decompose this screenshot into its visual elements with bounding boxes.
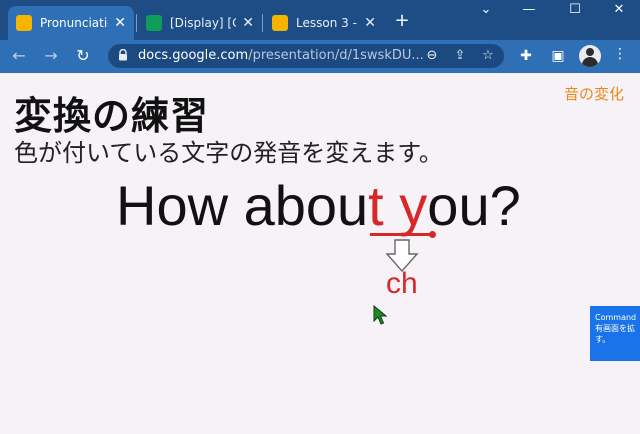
tab-separator: [262, 14, 263, 32]
tab-title: Pronunciatio: [40, 16, 109, 30]
example-sentence: How about you?: [116, 173, 521, 238]
share-icon[interactable]: ⇪: [452, 48, 468, 64]
highlight-dot: [429, 231, 436, 238]
sheets-icon: [146, 15, 162, 31]
forward-icon[interactable]: →: [40, 45, 62, 67]
tab-search-icon[interactable]: ⌄: [463, 2, 509, 17]
maximize-icon[interactable]: ☐: [552, 2, 598, 17]
popup-line: 有画面を拡: [595, 324, 635, 333]
sentence-after: ou?: [427, 174, 521, 237]
close-icon[interactable]: ✕: [242, 15, 254, 31]
slide-title: 変換の練習: [14, 94, 210, 138]
lock-icon: [119, 49, 127, 61]
minimize-icon[interactable]: —: [506, 2, 552, 17]
tab-lesson-3[interactable]: Lesson 3 - C ✕: [264, 6, 384, 40]
close-icon[interactable]: ✕: [114, 15, 126, 31]
zoom-icon[interactable]: ⊖: [424, 48, 440, 64]
bookmark-star-icon[interactable]: ☆: [480, 48, 496, 64]
address-bar[interactable]: docs.google.com/presentation/d/1swskDU..…: [108, 44, 504, 68]
side-panel-icon[interactable]: ▣: [548, 46, 568, 66]
slides-icon: [272, 15, 288, 31]
reload-icon[interactable]: ↻: [72, 45, 94, 67]
highlight-underline: [370, 233, 432, 236]
new-tab-button[interactable]: +: [392, 10, 412, 31]
popup-line: す。: [595, 335, 611, 344]
close-icon[interactable]: ✕: [364, 15, 376, 31]
back-icon[interactable]: ←: [8, 45, 30, 67]
avatar[interactable]: [579, 45, 601, 67]
replacement-text: ch: [386, 267, 418, 300]
slides-icon: [16, 15, 32, 31]
tab-title: [Display] [C: [170, 16, 237, 30]
slide-tag: 音の変化: [563, 85, 624, 103]
mouse-cursor-icon: [373, 305, 387, 325]
close-window-icon[interactable]: ✕: [596, 2, 640, 17]
command-popup[interactable]: Command 有画面を拡 す。: [590, 306, 640, 361]
tab-separator: [136, 14, 137, 32]
url-text: docs.google.com/presentation/d/1swskDU..…: [138, 48, 424, 63]
sentence-before: How abou: [116, 174, 369, 237]
more-menu-icon[interactable]: ⋮: [612, 46, 628, 62]
extensions-icon[interactable]: ✚: [516, 46, 536, 66]
tab-title: Lesson 3 - C: [296, 16, 358, 30]
tab-pronunciation[interactable]: Pronunciatio ✕: [8, 6, 134, 40]
tab-display[interactable]: [Display] [C ✕: [138, 6, 262, 40]
sentence-highlight: t y: [368, 174, 428, 237]
popup-line: Command: [595, 313, 637, 322]
slide-canvas: 変換の練習 色が付いている文字の発音を変えます。 音の変化 How about …: [0, 73, 640, 434]
slide-subtitle: 色が付いている文字の発音を変えます。: [14, 139, 443, 167]
